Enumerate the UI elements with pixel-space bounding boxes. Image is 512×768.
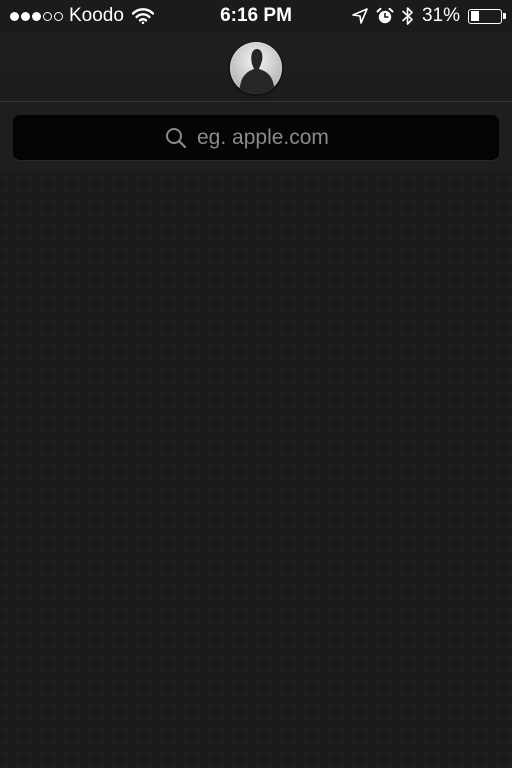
signal-dot-filled	[10, 11, 19, 21]
location-arrow-icon	[352, 8, 368, 24]
status-bar: Koodo 6:16 PM 31%	[0, 0, 512, 32]
bluetooth-icon	[402, 7, 413, 25]
battery-icon	[468, 8, 506, 24]
signal-dot-empty	[43, 11, 52, 21]
search-bar-area	[0, 102, 512, 172]
status-right: 31%	[352, 5, 506, 27]
search-box[interactable]	[13, 115, 499, 160]
user-silhouette-icon	[238, 49, 276, 94]
alarm-clock-icon	[376, 7, 394, 24]
signal-dot-empty	[54, 11, 63, 21]
profile-avatar[interactable]	[230, 42, 282, 94]
search-input[interactable]	[197, 125, 347, 150]
wifi-icon	[131, 8, 154, 24]
signal-dot-filled	[32, 11, 41, 21]
battery-fill	[470, 11, 480, 21]
status-time: 6:16 PM	[220, 5, 292, 26]
header	[0, 32, 512, 102]
battery-percent: 31%	[421, 5, 460, 26]
status-left: Koodo	[10, 5, 154, 27]
carrier-name: Koodo	[69, 5, 124, 26]
signal-strength-icon	[10, 11, 63, 21]
content-area	[0, 172, 512, 768]
search-icon	[166, 127, 187, 148]
signal-dot-filled	[21, 11, 30, 21]
app-screen: Koodo 6:16 PM 31%	[0, 0, 512, 768]
